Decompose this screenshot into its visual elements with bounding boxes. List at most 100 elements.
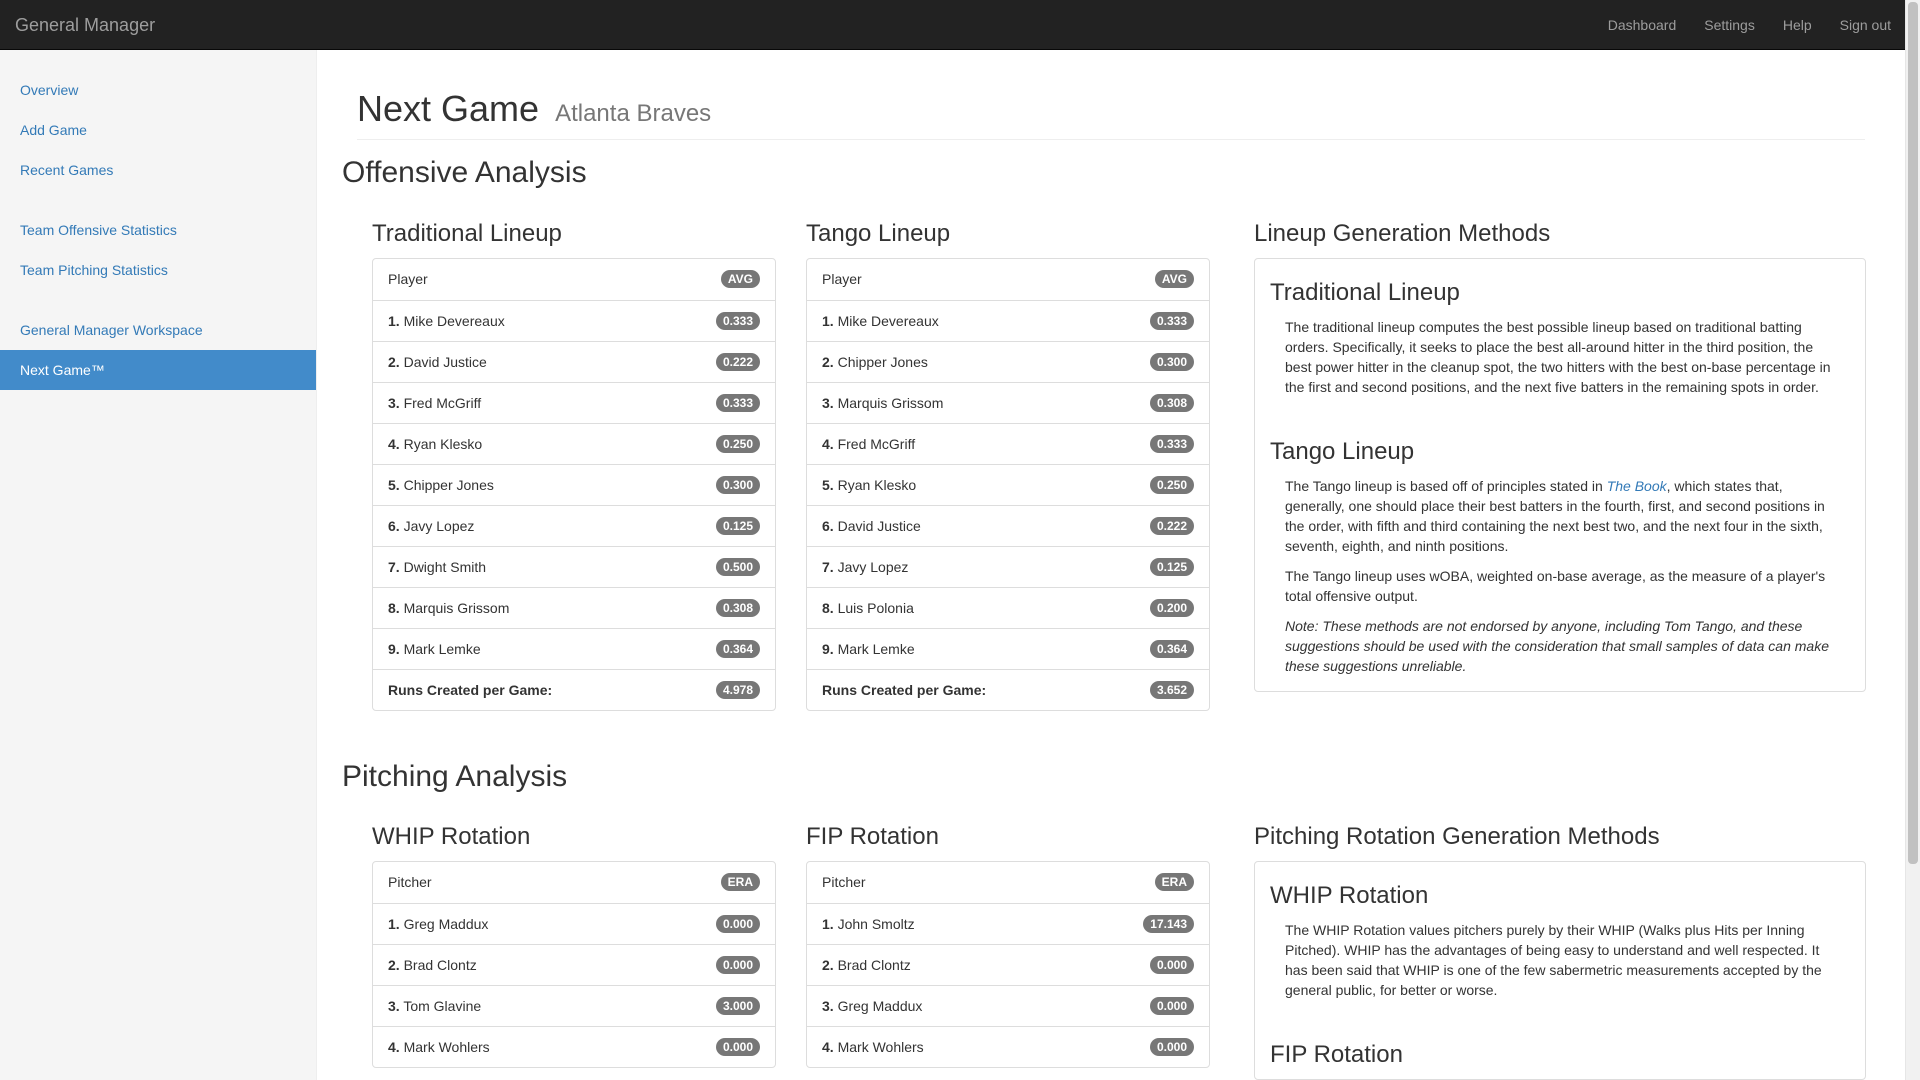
order-number: 9.: [822, 641, 834, 657]
list-item: 8. Luis Polonia 0.200: [807, 587, 1209, 628]
methods-tango-text-pre: The Tango lineup is based off of princip…: [1285, 478, 1607, 494]
player-name: Marquis Grissom: [837, 395, 944, 411]
order-number: 2.: [388, 957, 400, 973]
order-number: 8.: [822, 600, 834, 616]
methods-note: Note: These methods are not endorsed by …: [1285, 618, 1829, 674]
lineup-methods-panel: Traditional Lineup The traditional lineu…: [1254, 258, 1866, 692]
player-name: Mark Lemke: [837, 641, 915, 657]
tango-lineup-list: Player AVG 1. Mike Devereaux 0.333 2. Chippe…: [806, 258, 1210, 711]
methods-whip-text: The WHIP Rotation values pitchers purely…: [1285, 922, 1822, 998]
methods-fip-heading: FIP Rotation: [1270, 1041, 1403, 1068]
column-stat-badge: AVG: [720, 270, 760, 288]
order-number: 4.: [822, 1039, 834, 1055]
sidebar-item-add-game[interactable]: Add Game: [0, 110, 316, 150]
sidebar-link-team-pitching-statistics[interactable]: Team Pitching Statistics: [0, 250, 316, 290]
list-item: 4. Fred McGriff 0.333: [807, 423, 1209, 464]
nav-settings-link[interactable]: Settings: [1690, 0, 1769, 50]
nav-sign-out-link[interactable]: Sign out: [1826, 0, 1905, 50]
nav-dashboard-link[interactable]: Dashboard: [1594, 0, 1691, 50]
list-item: 8. Marquis Grissom 0.308: [373, 587, 775, 628]
whip-rotation-list: Pitcher ERA 1. Greg Maddux 0.000 2. Brad Clo…: [372, 861, 776, 1068]
stat-badge: 0.222: [715, 353, 760, 371]
stat-badge: 0.364: [1149, 640, 1194, 658]
stat-badge: 0.300: [715, 476, 760, 494]
methods-tango-text: The Tango lineup is based off of princip…: [1285, 476, 1835, 556]
order-number: 2.: [822, 957, 834, 973]
sidebar-item-team-pitching-statistics[interactable]: Team Pitching Statistics: [0, 250, 316, 290]
stat-badge: 0.000: [715, 956, 760, 974]
methods-tango-text-2: The Tango lineup uses wOBA, weighted on-…: [1285, 568, 1826, 604]
column-player-label: Player: [388, 271, 428, 287]
sidebar-link-recent-games[interactable]: Recent Games: [0, 150, 316, 190]
order-number: 7.: [822, 559, 834, 575]
runs-created-label: Runs Created per Game:: [822, 682, 987, 698]
sidebar-link-gm-workspace[interactable]: General Manager Workspace: [0, 310, 316, 350]
fip-rotation-list: Pitcher ERA 1. John Smoltz 17.143 2. Brad Cl…: [806, 861, 1210, 1068]
column-stat-badge: AVG: [1154, 270, 1194, 288]
sidebar-item-overview[interactable]: Overview: [0, 70, 316, 110]
stat-badge: 17.143: [1143, 915, 1194, 933]
list-item: 1. John Smoltz 17.143: [807, 903, 1209, 944]
stat-badge: 0.308: [1149, 394, 1194, 412]
pitching-methods-title: Pitching Rotation Generation Methods: [1254, 823, 1660, 850]
player-name: John Smoltz: [837, 916, 915, 932]
player-name: Javy Lopez: [837, 559, 909, 575]
page-scrollbar[interactable]: [1905, 0, 1920, 1080]
column-player-label: Pitcher: [822, 874, 866, 890]
list-item: 1. Greg Maddux 0.000: [373, 903, 775, 944]
list-item: 5. Chipper Jones 0.300: [373, 464, 775, 505]
order-number: 3.: [388, 998, 400, 1014]
stat-badge: 0.250: [1149, 476, 1194, 494]
stat-badge: 0.250: [715, 435, 760, 453]
player-name: David Justice: [837, 518, 921, 534]
sidebar-link-next-game[interactable]: Next Game™: [0, 350, 316, 390]
stat-badge: 0.333: [715, 394, 760, 412]
sidebar-item-next-game[interactable]: Next Game™: [0, 350, 316, 390]
brand-link[interactable]: General Manager: [15, 0, 155, 50]
sidebar-group-main: Overview Add Game Recent Games: [0, 70, 316, 190]
order-number: 5.: [388, 477, 400, 493]
order-number: 4.: [388, 1039, 400, 1055]
nav-help-link[interactable]: Help: [1769, 0, 1826, 50]
sidebar-link-team-offensive-statistics[interactable]: Team Offensive Statistics: [0, 210, 316, 250]
order-number: 4.: [388, 436, 400, 452]
the-book-link[interactable]: The Book: [1607, 478, 1667, 494]
sidebar-item-team-offensive-statistics[interactable]: Team Offensive Statistics: [0, 210, 316, 250]
list-item: 3. Marquis Grissom 0.308: [807, 382, 1209, 423]
player-name: Luis Polonia: [837, 600, 914, 616]
order-number: 3.: [822, 395, 834, 411]
order-number: 1.: [388, 916, 400, 932]
sidebar-link-add-game[interactable]: Add Game: [0, 110, 316, 150]
order-number: 6.: [388, 518, 400, 534]
player-name: Dwight Smith: [403, 559, 487, 575]
methods-traditional-heading: Traditional Lineup: [1270, 279, 1460, 306]
column-player-label: Pitcher: [388, 874, 432, 890]
offensive-analysis-heading: Offensive Analysis: [342, 156, 587, 189]
column-player-label: Player: [822, 271, 862, 287]
sidebar: Overview Add Game Recent Games Team Offe…: [0, 50, 317, 1080]
sidebar-item-gm-workspace[interactable]: General Manager Workspace: [0, 310, 316, 350]
stat-badge: 0.000: [715, 1038, 760, 1056]
order-number: 1.: [388, 313, 400, 329]
list-item: 9. Mark Lemke 0.364: [807, 628, 1209, 669]
sidebar-link-overview[interactable]: Overview: [0, 70, 316, 110]
stat-badge: 0.222: [1149, 517, 1194, 535]
player-name: Chipper Jones: [403, 477, 494, 493]
player-name: Mike Devereaux: [837, 313, 939, 329]
stat-badge: 0.000: [1149, 1038, 1194, 1056]
runs-created-badge: 4.978: [715, 681, 760, 699]
methods-traditional-text: The traditional lineup computes the best…: [1285, 319, 1831, 395]
column-stat-badge: ERA: [720, 873, 760, 891]
stat-badge: 3.000: [715, 997, 760, 1015]
pitching-methods-panel: WHIP Rotation The WHIP Rotation values p…: [1254, 861, 1866, 1080]
player-name: Ryan Klesko: [403, 436, 483, 452]
sidebar-item-recent-games[interactable]: Recent Games: [0, 150, 316, 190]
order-number: 8.: [388, 600, 400, 616]
player-name: Greg Maddux: [403, 916, 489, 932]
scrollbar-thumb[interactable]: [1908, 2, 1918, 864]
list-item: 6. David Justice 0.222: [807, 505, 1209, 546]
order-number: 3.: [388, 395, 400, 411]
traditional-lineup-title: Traditional Lineup: [372, 220, 562, 247]
order-number: 9.: [388, 641, 400, 657]
navbar-links: Dashboard Settings Help Sign out: [1594, 0, 1905, 50]
